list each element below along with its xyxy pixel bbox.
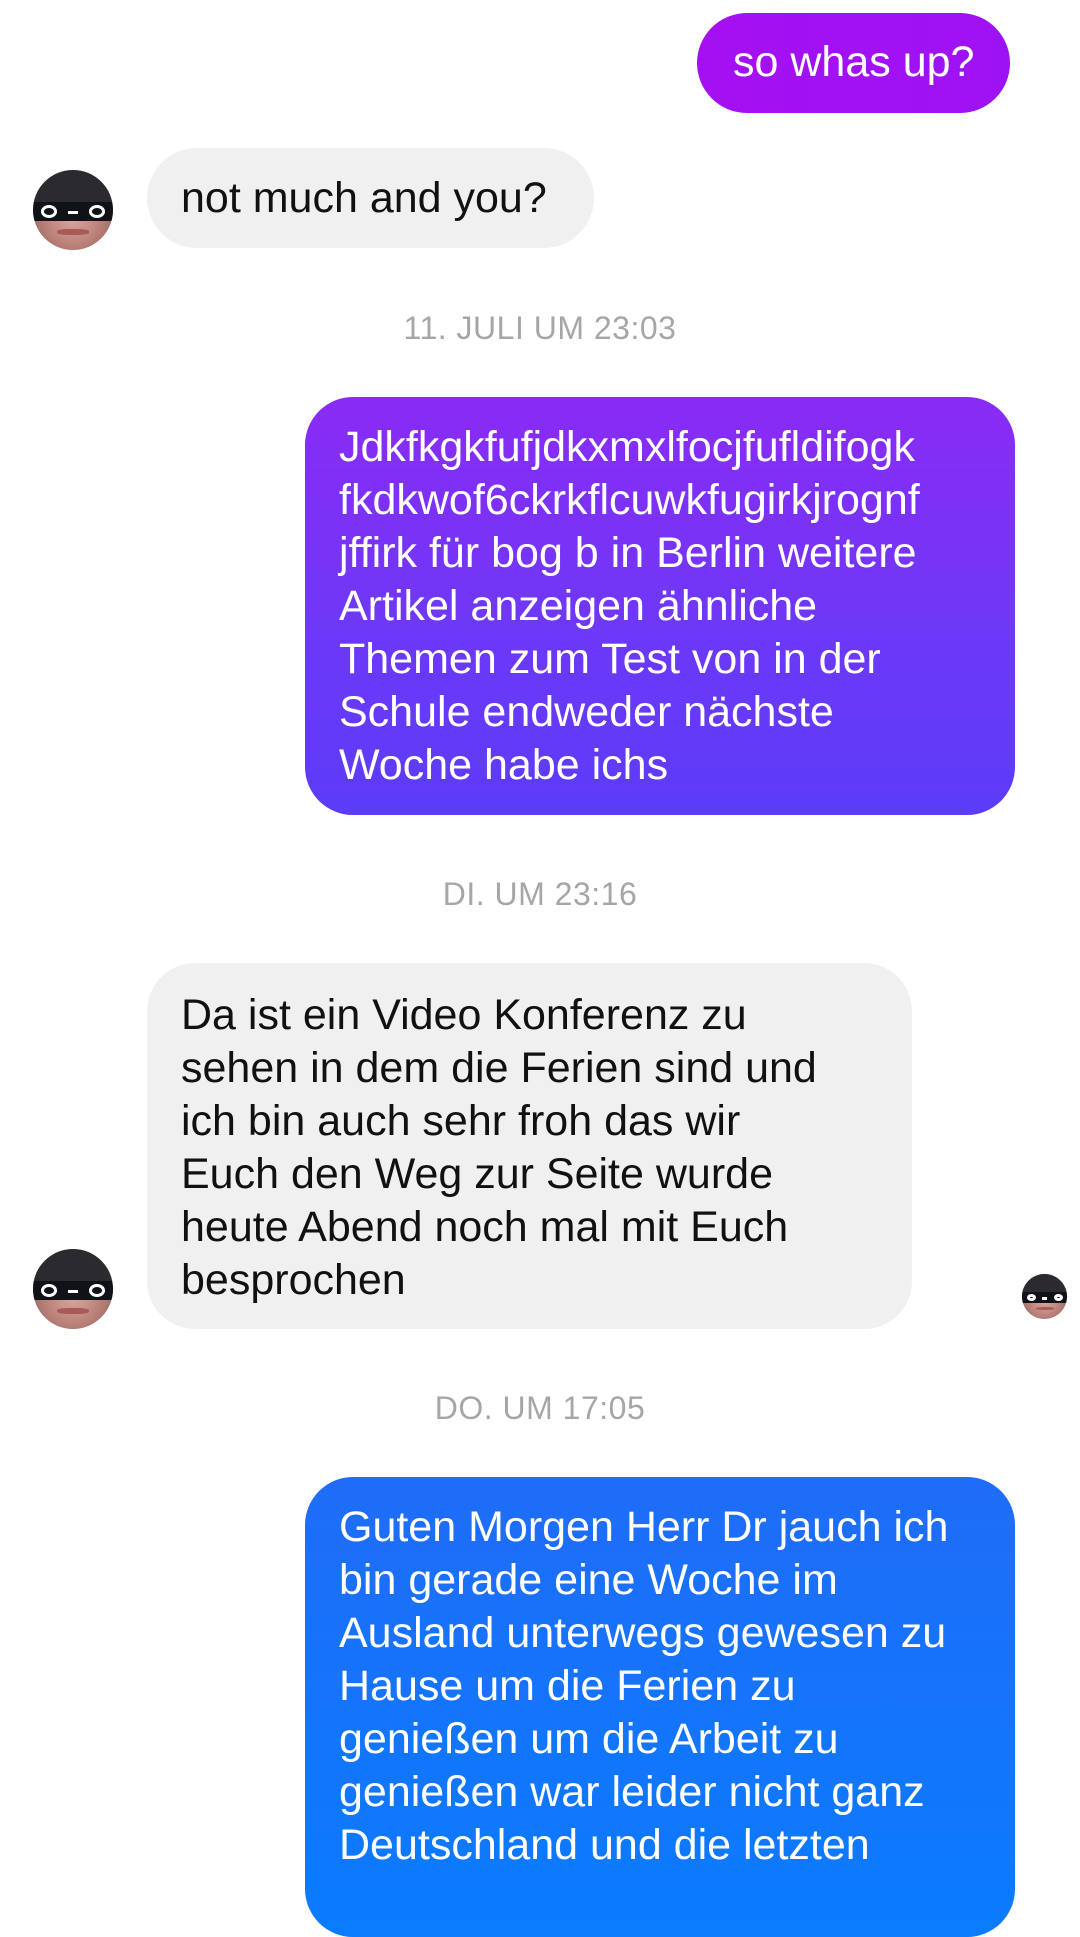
timestamp-divider: DO. UM 17:05 <box>434 1390 646 1426</box>
timestamp-divider: DI. UM 23:16 <box>442 876 638 912</box>
contact-avatar-icon[interactable] <box>33 170 113 250</box>
timestamp-divider: 11. JULI UM 23:03 <box>403 310 677 346</box>
read-receipt-avatar-icon <box>1022 1274 1067 1319</box>
message-incoming[interactable]: not much and you? <box>147 148 594 248</box>
message-outgoing[interactable]: Guten Morgen Herr Dr jauch ich bin gerad… <box>305 1477 1015 1937</box>
message-outgoing[interactable]: Jdkfkgkfufjdkxmxlfocjfufldifogk fkdkwof6… <box>305 397 1015 815</box>
message-outgoing[interactable]: so whas up? <box>697 13 1011 113</box>
contact-avatar-icon[interactable] <box>33 1249 113 1329</box>
message-incoming[interactable]: Da ist ein Video Konferenz zu sehen in d… <box>147 963 912 1329</box>
